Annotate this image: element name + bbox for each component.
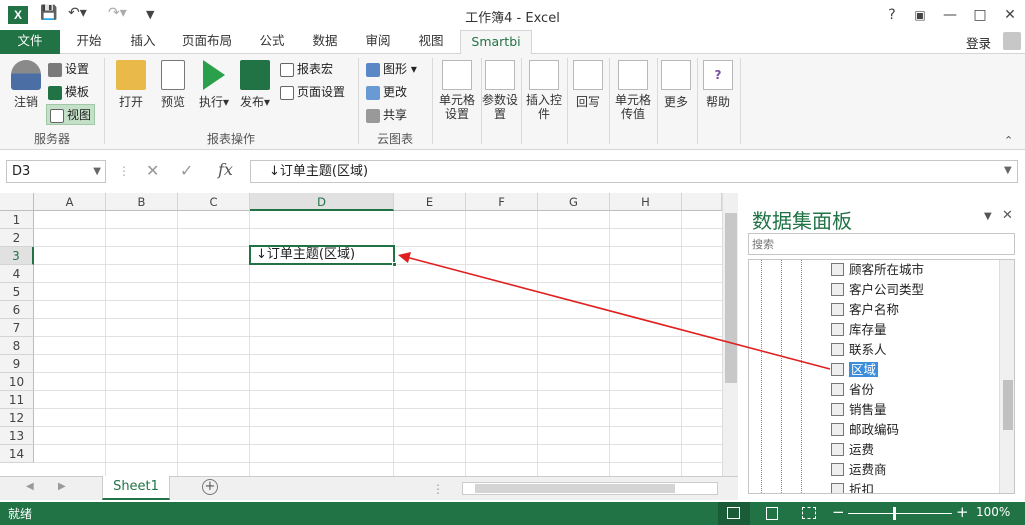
zoom-slider-handle[interactable] — [893, 507, 896, 520]
page-break-view-icon[interactable] — [802, 507, 816, 519]
zoom-in-icon[interactable]: + — [956, 503, 969, 521]
status-text: 就绪 — [8, 507, 33, 521]
grid-icon — [727, 507, 740, 519]
zoom-slider[interactable] — [848, 513, 952, 514]
status-bar: 就绪 − + 100% — [0, 502, 1025, 525]
annotation-arrow — [398, 252, 831, 370]
zoom-out-icon[interactable]: − — [832, 503, 845, 521]
page-layout-view-icon[interactable] — [766, 507, 778, 520]
zoom-level[interactable]: 100% — [976, 505, 1010, 519]
